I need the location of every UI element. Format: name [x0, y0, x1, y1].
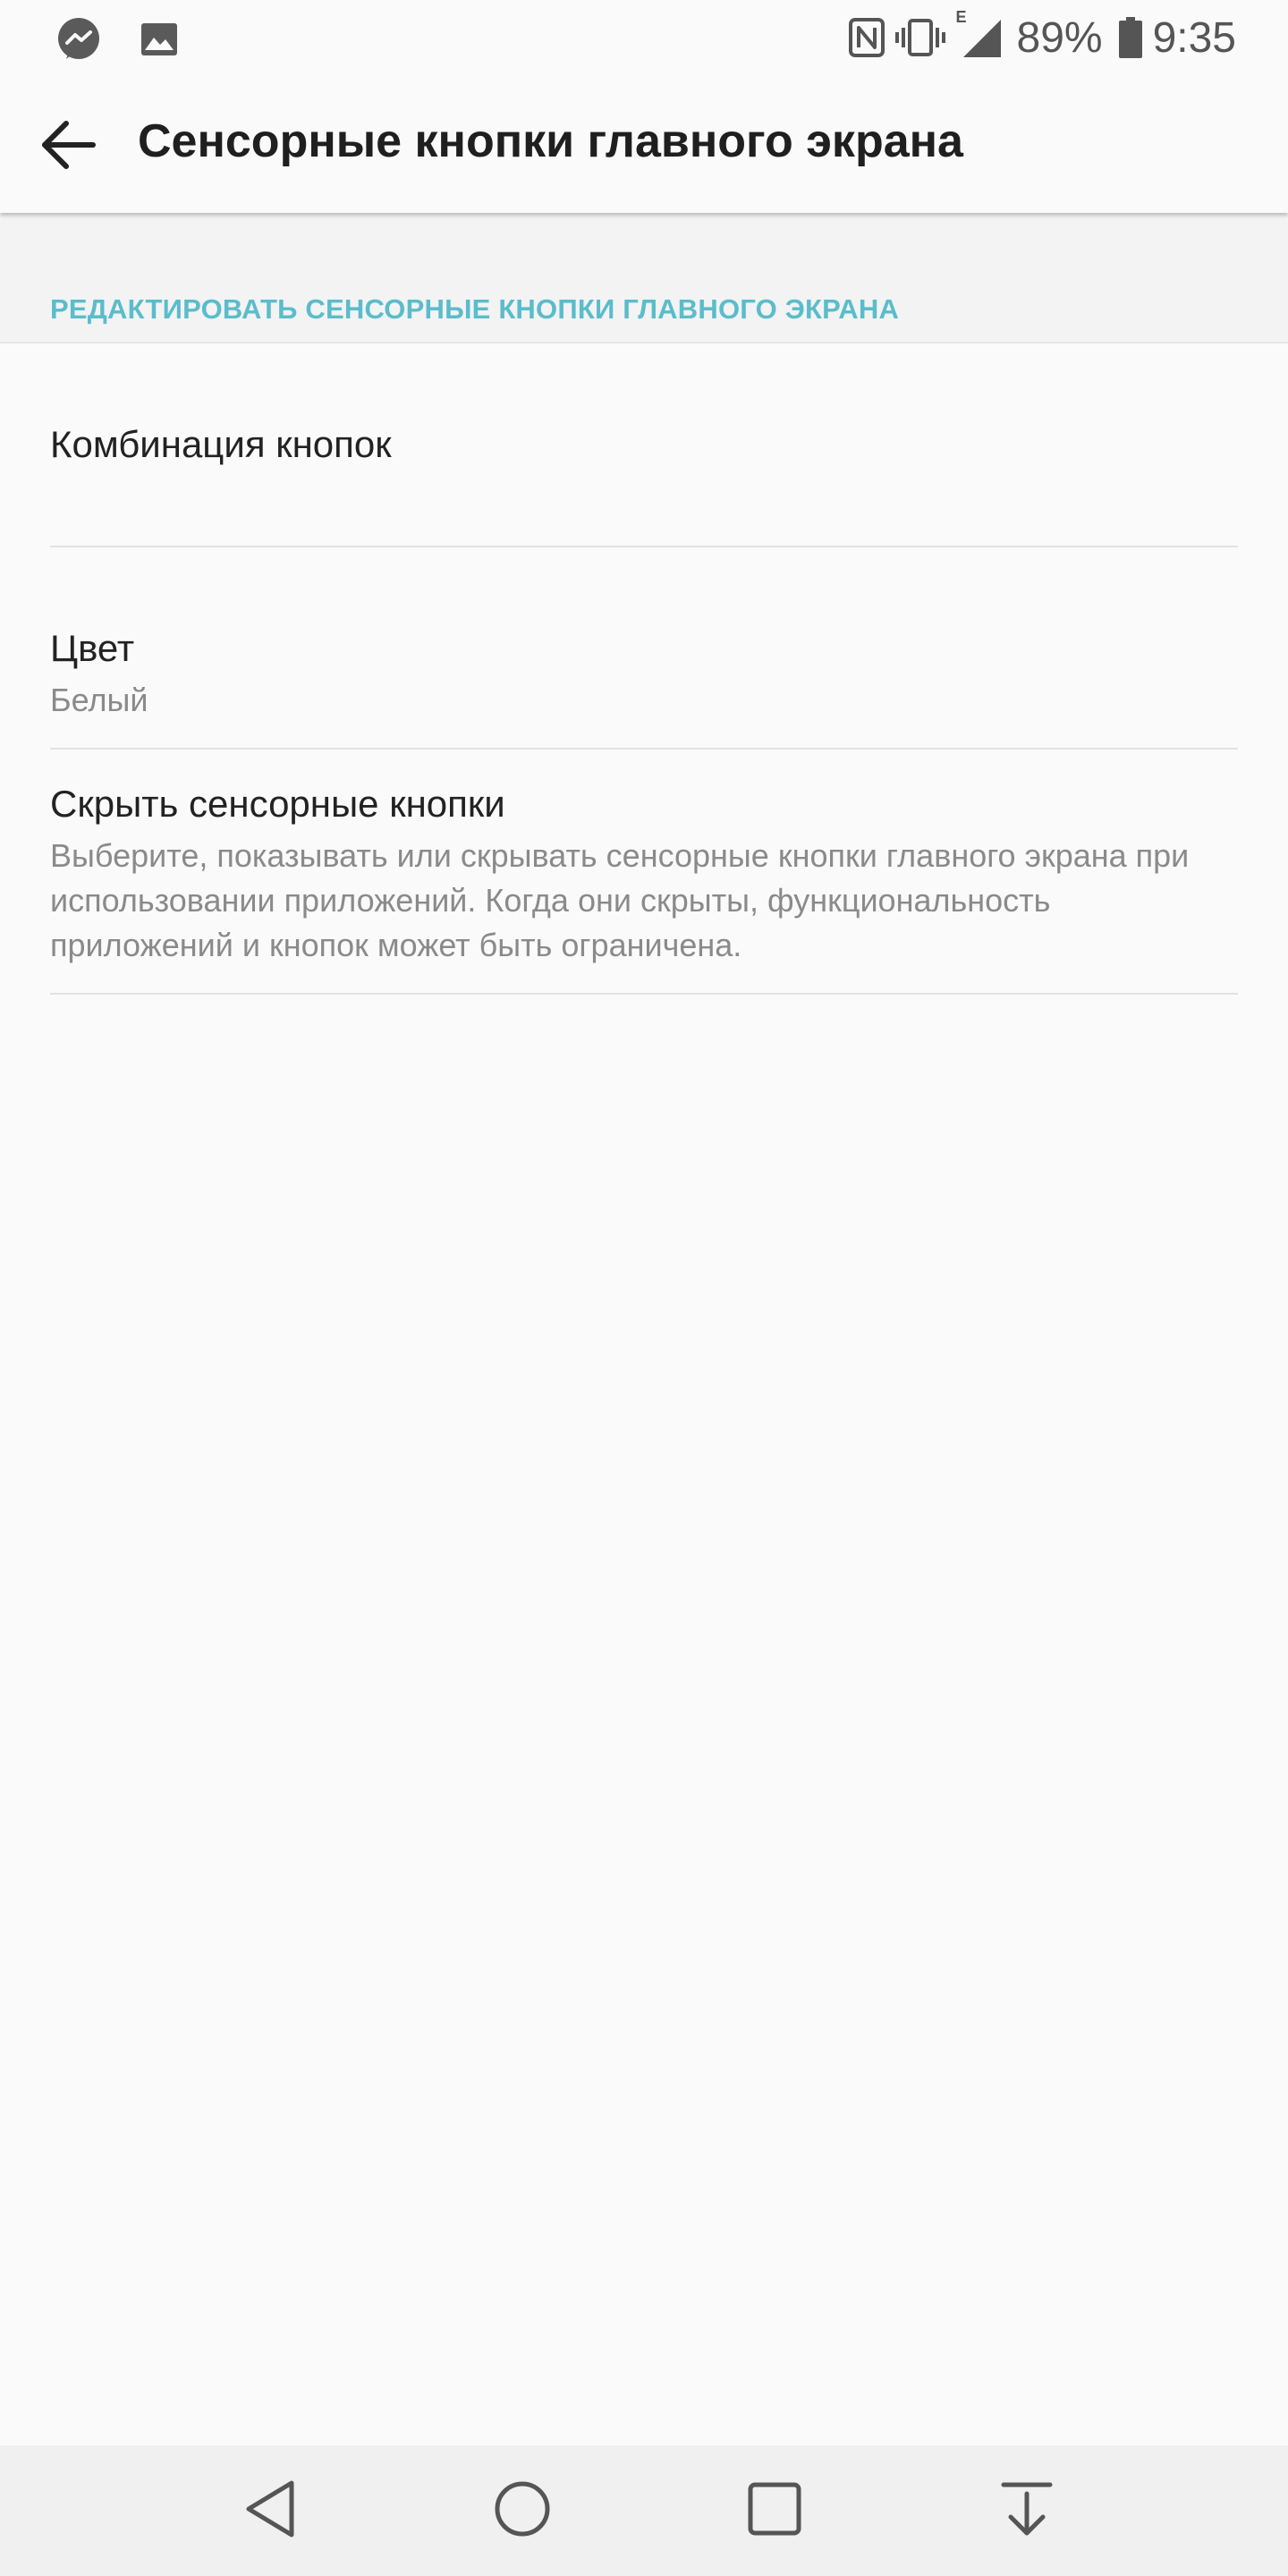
setting-title: Комбинация кнопок	[50, 423, 392, 465]
nav-home-icon	[493, 2479, 552, 2543]
status-bar-system: E 89% 9:35	[848, 9, 1236, 66]
settings-list: Комбинация кнопок Цвет Белый Скрыть сенс…	[0, 343, 1288, 995]
nav-back-icon	[242, 2478, 299, 2545]
setting-hide-touch-buttons[interactable]: Скрыть сенсорные кнопки Выберите, показы…	[50, 750, 1238, 995]
nav-recents-icon	[746, 2480, 803, 2542]
vibrate-icon	[894, 18, 945, 57]
nav-back-button[interactable]	[234, 2475, 306, 2546]
settings-screen: E 89% 9:35 Сенсорные кнопки главного экр…	[0, 0, 1288, 2576]
setting-button-combination[interactable]: Комбинация кнопок	[50, 343, 1238, 547]
nav-notifications-icon	[1000, 2479, 1054, 2543]
page-title: Сенсорные кнопки главного экрана	[138, 115, 963, 167]
status-bar: E 89% 9:35	[0, 0, 1288, 75]
setting-title: Скрыть сенсорные кнопки	[50, 783, 505, 825]
section-header: РЕДАКТИРОВАТЬ СЕНСОРНЫЕ КНОПКИ ГЛАВНОГО …	[0, 213, 1288, 343]
status-bar-notifications	[55, 16, 179, 67]
setting-title: Цвет	[50, 627, 135, 669]
section-header-label: РЕДАКТИРОВАТЬ СЕНСОРНЫЕ КНОПКИ ГЛАВНОГО …	[50, 293, 900, 325]
messenger-icon	[55, 16, 102, 67]
app-bar: Сенсорные кнопки главного экрана	[0, 75, 1288, 213]
nfc-icon	[848, 18, 885, 57]
arrow-back-icon	[39, 120, 97, 174]
navigation-bar	[0, 2445, 1288, 2576]
setting-summary: Белый	[50, 682, 148, 718]
nav-home-button[interactable]	[487, 2475, 558, 2546]
setting-color[interactable]: Цвет Белый	[50, 547, 1238, 750]
battery-percent: 89%	[1016, 13, 1103, 62]
nav-recents-button[interactable]	[739, 2475, 810, 2546]
gallery-icon	[140, 20, 179, 64]
battery-icon	[1118, 17, 1142, 58]
signal-icon: E	[956, 9, 1003, 59]
setting-summary: Выберите, показывать или скрывать сенсор…	[50, 837, 1190, 963]
back-button[interactable]	[32, 111, 104, 182]
nav-notifications-button[interactable]	[991, 2475, 1063, 2546]
clock: 9:35	[1152, 13, 1236, 62]
